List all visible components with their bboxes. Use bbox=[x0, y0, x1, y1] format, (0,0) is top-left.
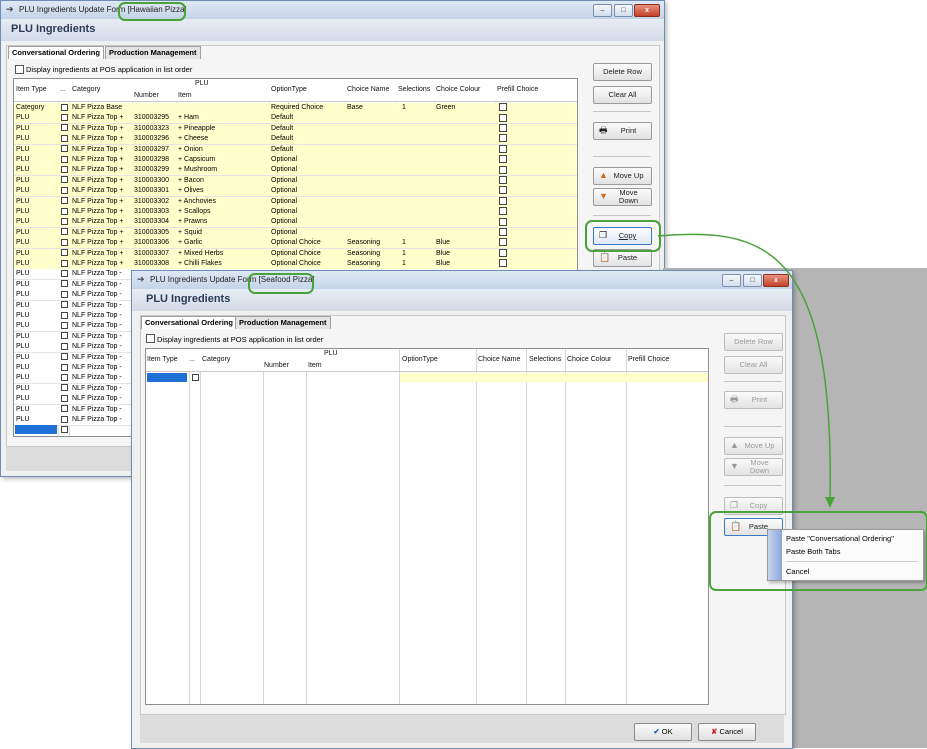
copy-to-paste-arrow bbox=[657, 233, 835, 508]
